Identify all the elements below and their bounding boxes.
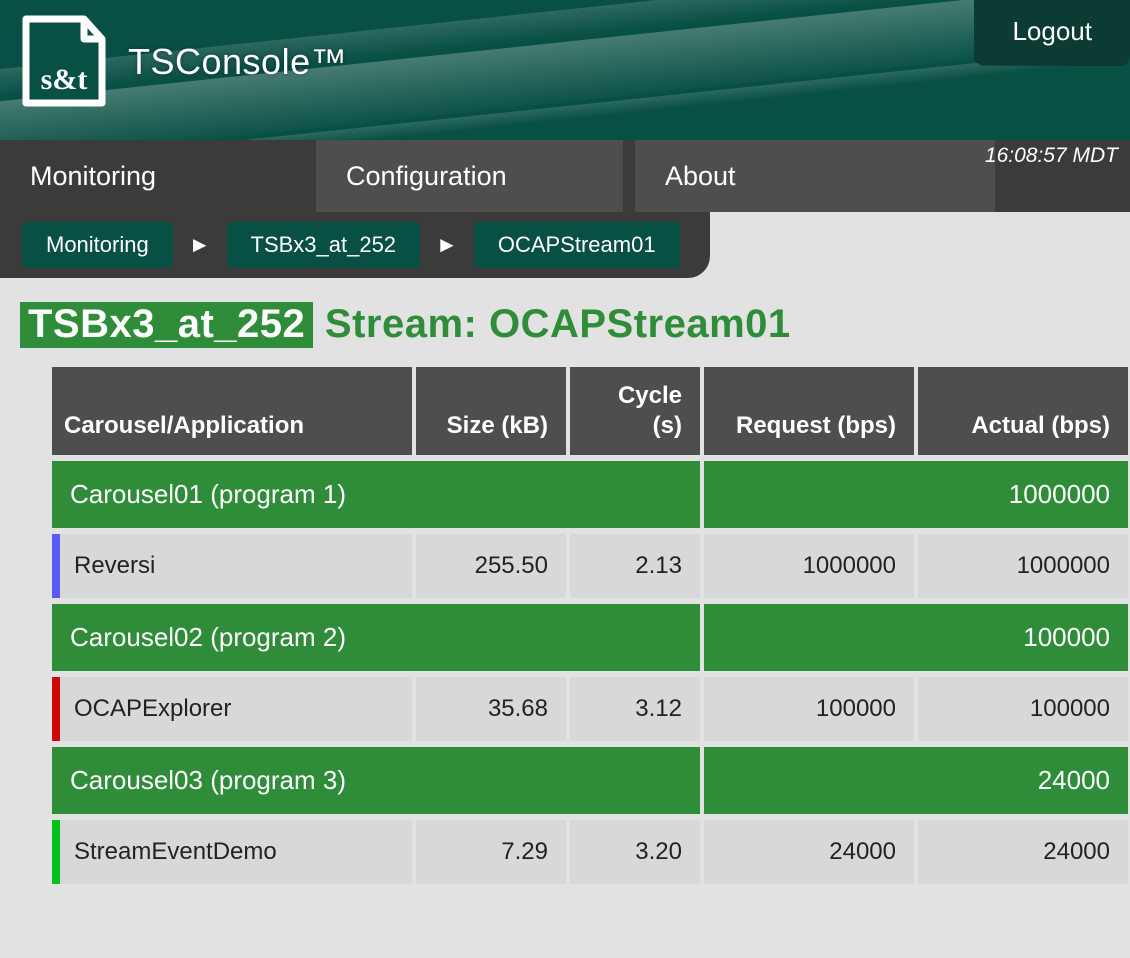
carousel-name: Carousel03 (program 3) (52, 747, 700, 814)
carousel-group-row: Carousel02 (program 2)100000 (52, 604, 1128, 671)
app-req: 1000000 (704, 534, 914, 598)
header-banner: s&t TSConsole™ Logout (0, 0, 1130, 140)
app-act: 100000 (918, 677, 1128, 741)
crumb-monitoring[interactable]: Monitoring (22, 222, 173, 268)
app-name: OCAPExplorer (52, 677, 412, 741)
main-nav: Monitoring Configuration About 16:08:57 … (0, 140, 1130, 212)
col-cycle: Cycle (s) (570, 367, 700, 455)
app-size: 255.50 (416, 534, 566, 598)
carousel-group-row: Carousel03 (program 3)24000 (52, 747, 1128, 814)
app-req: 100000 (704, 677, 914, 741)
app-title: TSConsole™ (128, 41, 347, 83)
app-cycle: 3.20 (570, 820, 700, 884)
app-req: 24000 (704, 820, 914, 884)
app-cycle: 2.13 (570, 534, 700, 598)
app-act: 1000000 (918, 534, 1128, 598)
nav-about[interactable]: About (635, 140, 995, 212)
page-title: TSBx3_at_252 Stream: OCAPStream01 (20, 302, 1130, 347)
app-size: 35.68 (416, 677, 566, 741)
svg-text:s&t: s&t (41, 63, 88, 96)
clock: 16:08:57 MDT (985, 144, 1118, 168)
breadcrumb: Monitoring ► TSBx3_at_252 ► OCAPStream01 (0, 212, 1130, 278)
app-name: Reversi (52, 534, 412, 598)
nav-configuration[interactable]: Configuration (316, 140, 623, 212)
carousel-actual: 1000000 (704, 461, 1128, 528)
application-row: OCAPExplorer35.683.12100000100000 (52, 677, 1128, 741)
carousel-actual: 100000 (704, 604, 1128, 671)
col-app: Carousel/Application (52, 367, 412, 455)
carousel-group-row: Carousel01 (program 1)1000000 (52, 461, 1128, 528)
chevron-right-icon: ► (189, 232, 211, 258)
carousel-actual: 24000 (704, 747, 1128, 814)
crumb-device[interactable]: TSBx3_at_252 (227, 222, 421, 268)
nav-monitoring[interactable]: Monitoring (0, 140, 316, 212)
col-size: Size (kB) (416, 367, 566, 455)
logout-button[interactable]: Logout (974, 0, 1130, 65)
page-title-rest: Stream: OCAPStream01 (325, 302, 791, 346)
page-title-highlight: TSBx3_at_252 (20, 302, 313, 348)
col-req: Request (bps) (704, 367, 914, 455)
app-size: 7.29 (416, 820, 566, 884)
app-act: 24000 (918, 820, 1128, 884)
stream-table: Carousel/Application Size (kB) Cycle (s)… (48, 361, 1130, 890)
app-name: StreamEventDemo (52, 820, 412, 884)
col-act: Actual (bps) (918, 367, 1128, 455)
brand-logo-icon: s&t (22, 15, 106, 109)
chevron-right-icon: ► (436, 232, 458, 258)
carousel-name: Carousel02 (program 2) (52, 604, 700, 671)
application-row: Reversi255.502.1310000001000000 (52, 534, 1128, 598)
carousel-name: Carousel01 (program 1) (52, 461, 700, 528)
app-cycle: 3.12 (570, 677, 700, 741)
application-row: StreamEventDemo7.293.202400024000 (52, 820, 1128, 884)
table-header-row: Carousel/Application Size (kB) Cycle (s)… (52, 367, 1128, 455)
crumb-stream[interactable]: OCAPStream01 (474, 222, 680, 268)
